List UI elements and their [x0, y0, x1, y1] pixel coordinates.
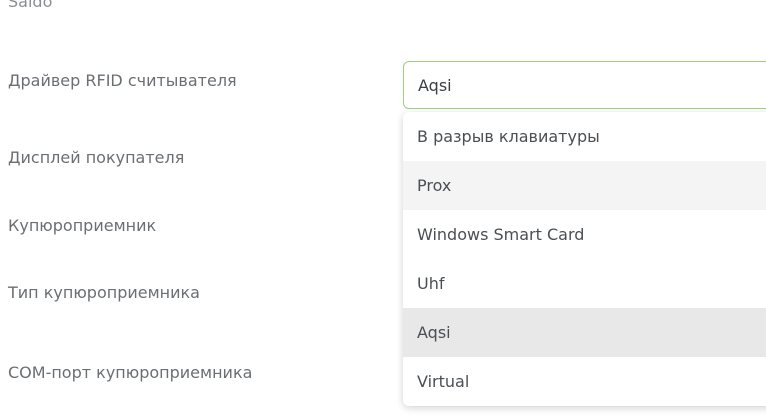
dropdown-option-keyboard-wedge[interactable]: В разрыв клавиатуры — [403, 112, 766, 161]
dropdown-option-uhf[interactable]: Uhf — [403, 259, 766, 308]
label-customer-display: Дисплей покупателя — [8, 148, 185, 167]
rfid-driver-select[interactable]: Aqsi — [403, 61, 766, 109]
label-bill-acceptor-com-port: COM-порт купюроприемника — [8, 363, 253, 382]
dropdown-option-aqsi[interactable]: Aqsi — [403, 308, 766, 357]
rfid-driver-dropdown: В разрыв клавиатуры Prox Windows Smart C… — [403, 112, 766, 406]
label-bill-acceptor-type: Тип купюроприемника — [8, 283, 200, 302]
label-rfid-driver: Драйвер RFID считывателя — [8, 71, 237, 90]
dropdown-option-virtual[interactable]: Virtual — [403, 357, 766, 406]
form-section-cut-label: Saldo — [8, 0, 53, 11]
rfid-driver-select-value: Aqsi — [418, 75, 452, 95]
dropdown-option-prox[interactable]: Prox — [403, 161, 766, 210]
dropdown-option-windows-smart-card[interactable]: Windows Smart Card — [403, 210, 766, 259]
label-bill-acceptor: Купюроприемник — [8, 216, 157, 235]
